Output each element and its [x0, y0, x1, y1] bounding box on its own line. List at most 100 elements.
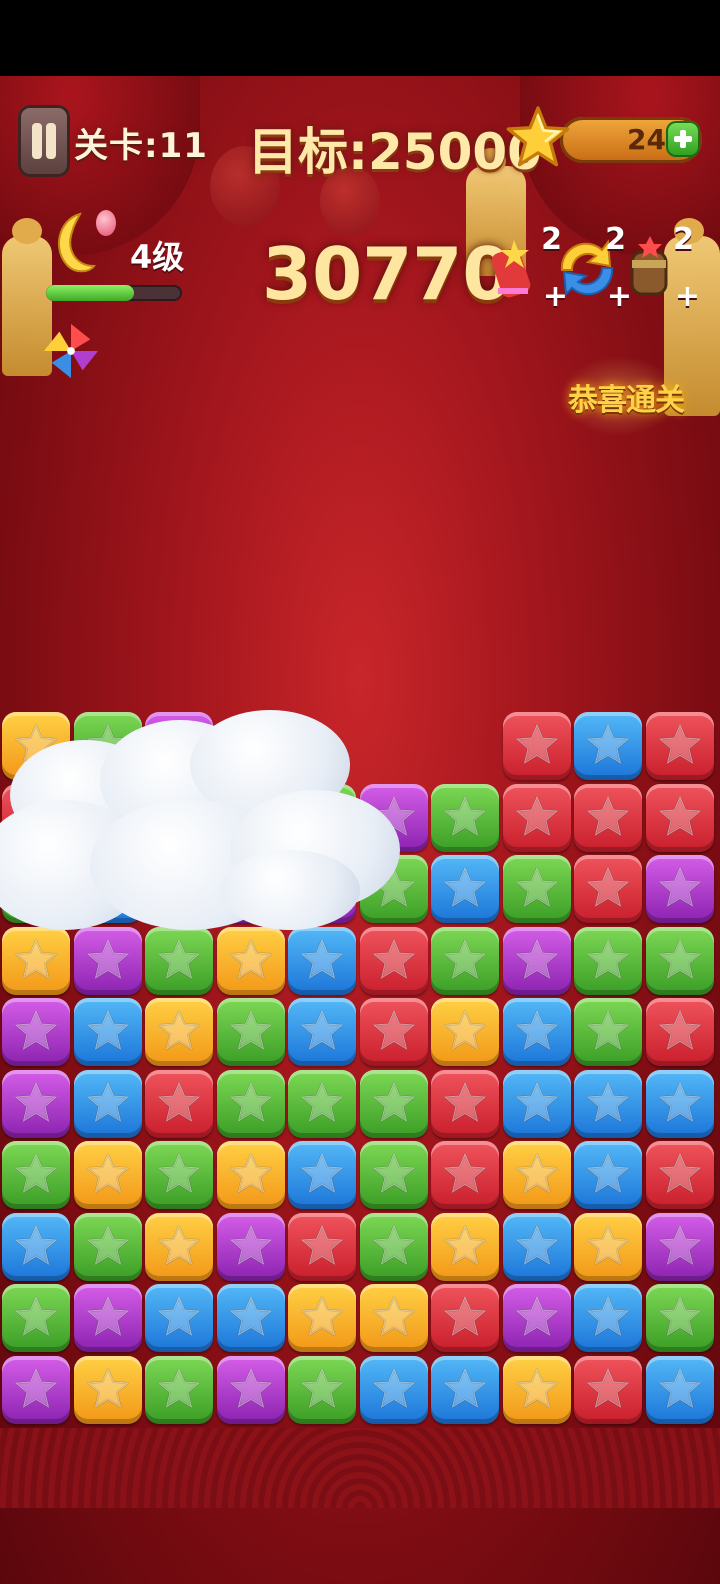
tile-green[interactable]	[574, 926, 642, 995]
tile-green[interactable]	[216, 998, 285, 1066]
tile-purple[interactable]	[2, 1355, 70, 1424]
tile-red[interactable]	[574, 855, 642, 923]
tool-hammer[interactable]: 2 +	[620, 222, 700, 314]
tile-red[interactable]	[502, 712, 571, 780]
tile-green[interactable]	[359, 1141, 428, 1209]
tile-blue[interactable]	[645, 1069, 714, 1138]
tile-red[interactable]	[288, 1212, 356, 1281]
tile-purple[interactable]	[502, 1284, 571, 1352]
star-icon	[586, 795, 630, 836]
tile-blue[interactable]	[574, 1069, 642, 1138]
tile-blue[interactable]	[574, 712, 642, 780]
tile-red[interactable]	[645, 783, 714, 852]
star-icon	[229, 1009, 272, 1051]
tile-green[interactable]	[145, 1141, 213, 1209]
star-icon	[14, 1081, 58, 1122]
tile-blue[interactable]	[359, 1355, 428, 1424]
tile-yellow[interactable]	[216, 1141, 285, 1209]
tile-yellow[interactable]	[502, 1141, 571, 1209]
pinwheel-icon[interactable]	[42, 322, 100, 380]
tile-purple[interactable]	[216, 1355, 285, 1424]
star-icon	[372, 1367, 415, 1408]
tile-yellow[interactable]	[288, 1284, 356, 1352]
tile-yellow[interactable]	[359, 1284, 428, 1352]
tile-green[interactable]	[359, 1212, 428, 1281]
tile-yellow[interactable]	[73, 1355, 142, 1424]
star-icon	[229, 1224, 272, 1265]
tile-green[interactable]	[502, 855, 571, 923]
tile-green[interactable]	[288, 1355, 356, 1424]
star-icon	[157, 938, 201, 979]
tile-yellow[interactable]	[431, 998, 499, 1066]
tile-red[interactable]	[145, 1069, 213, 1138]
add-stars-button[interactable]	[666, 121, 700, 157]
tile-purple[interactable]	[2, 1069, 70, 1138]
tile-blue[interactable]	[73, 998, 142, 1066]
pause-icon	[32, 123, 42, 159]
tile-green[interactable]	[2, 1141, 70, 1209]
tile-blue[interactable]	[574, 1284, 642, 1352]
tile-green[interactable]	[145, 1355, 213, 1424]
tile-green[interactable]	[645, 1284, 714, 1352]
tile-green[interactable]	[216, 1069, 285, 1138]
tile-purple[interactable]	[645, 855, 714, 923]
tile-yellow[interactable]	[145, 998, 213, 1066]
star-icon	[86, 1224, 129, 1265]
star-icon	[443, 1295, 487, 1337]
tile-red[interactable]	[645, 1141, 714, 1209]
star-icon	[229, 1295, 272, 1337]
tile-blue[interactable]	[73, 1069, 142, 1138]
tile-red[interactable]	[645, 712, 714, 780]
tile-green[interactable]	[431, 926, 499, 995]
tile-blue[interactable]	[216, 1284, 285, 1352]
tile-purple[interactable]	[73, 1284, 142, 1352]
tile-yellow[interactable]	[502, 1355, 571, 1424]
tile-blue[interactable]	[502, 998, 571, 1066]
tile-yellow[interactable]	[73, 1141, 142, 1209]
tile-blue[interactable]	[431, 1355, 499, 1424]
tile-green[interactable]	[288, 1069, 356, 1138]
tile-blue[interactable]	[502, 1212, 571, 1281]
tile-purple[interactable]	[2, 998, 70, 1066]
tile-purple[interactable]	[216, 1212, 285, 1281]
star-icon	[86, 1009, 129, 1051]
tile-green[interactable]	[359, 1069, 428, 1138]
rank-gem-icon	[96, 210, 116, 236]
star-icon	[586, 938, 630, 979]
star-icon	[157, 1081, 201, 1122]
tile-yellow[interactable]	[431, 1212, 499, 1281]
tile-red[interactable]	[645, 998, 714, 1066]
tile-green[interactable]	[431, 783, 499, 852]
star-icon	[157, 1009, 201, 1051]
star-icon	[229, 1152, 272, 1194]
tile-purple[interactable]	[502, 926, 571, 995]
tile-red[interactable]	[431, 1284, 499, 1352]
star-icon	[86, 1152, 129, 1194]
tile-red[interactable]	[431, 1069, 499, 1138]
tile-green[interactable]	[574, 998, 642, 1066]
star-icon	[157, 1367, 201, 1408]
tile-yellow[interactable]	[574, 1212, 642, 1281]
tool-refresh[interactable]: 2 +	[552, 222, 632, 314]
tile-blue[interactable]	[288, 1141, 356, 1209]
tile-red[interactable]	[359, 998, 428, 1066]
tile-blue[interactable]	[145, 1284, 213, 1352]
tile-blue[interactable]	[502, 1069, 571, 1138]
tile-purple[interactable]	[645, 1212, 714, 1281]
tile-yellow[interactable]	[145, 1212, 213, 1281]
tile-blue[interactable]	[574, 1141, 642, 1209]
goal-label: 目标:25000	[248, 123, 542, 181]
tile-blue[interactable]	[288, 998, 356, 1066]
tile-red[interactable]	[431, 1141, 499, 1209]
tool-magic-wand[interactable]: 2 +	[488, 222, 568, 314]
tile-green[interactable]	[645, 926, 714, 995]
tile-red[interactable]	[574, 783, 642, 852]
pause-button[interactable]	[18, 105, 70, 177]
tile-red[interactable]	[574, 1355, 642, 1424]
tile-red[interactable]	[502, 783, 571, 852]
tile-green[interactable]	[73, 1212, 142, 1281]
tile-blue[interactable]	[431, 855, 499, 923]
tile-blue[interactable]	[2, 1212, 70, 1281]
tile-blue[interactable]	[645, 1355, 714, 1424]
tile-green[interactable]	[2, 1284, 70, 1352]
